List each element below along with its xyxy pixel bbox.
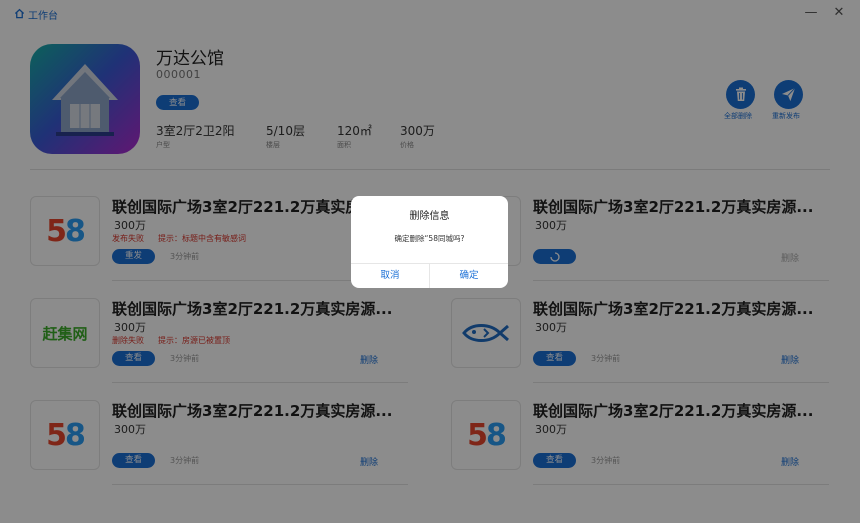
cancel-button[interactable]: 取消 bbox=[351, 263, 429, 288]
dialog-message: 确定删除“58同城吗? bbox=[394, 234, 465, 243]
delete-confirm-dialog: 删除信息 确定删除“58同城吗? 取消 确定 bbox=[351, 196, 508, 288]
confirm-button[interactable]: 确定 bbox=[430, 263, 508, 288]
dialog-title: 删除信息 bbox=[409, 211, 450, 222]
